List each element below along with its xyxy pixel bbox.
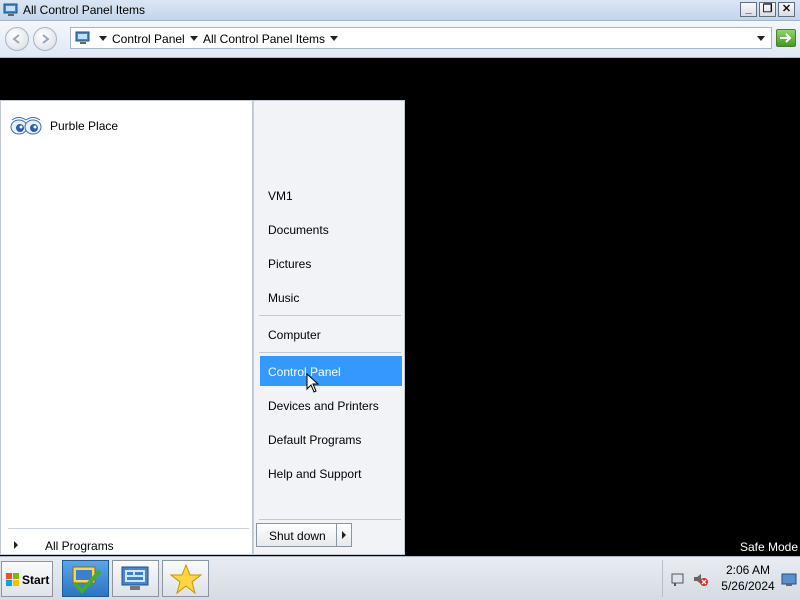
notification-area: 2:06 AM 5/26/2024 <box>662 560 800 597</box>
speaker-muted-icon[interactable] <box>692 571 708 587</box>
start-item-computer[interactable]: Computer <box>260 319 402 349</box>
forward-button[interactable] <box>33 27 57 51</box>
control-panel-icon <box>121 566 149 590</box>
address-bar[interactable]: Control Panel All Control Panel Items <box>70 27 772 49</box>
safe-mode-label: Safe Mode <box>739 540 798 554</box>
start-button[interactable]: Start <box>1 561 53 597</box>
start-menu-programs-pane: Purble Place All Programs <box>0 100 253 555</box>
start-item-vm1[interactable]: VM1 <box>260 180 402 210</box>
windows-tasks-checkmark-icon <box>72 566 102 594</box>
window-title-bar[interactable]: All Control Panel Items _ ❐ ✕ <box>0 0 800 21</box>
taskbar-pinned-control-panel[interactable] <box>112 560 159 597</box>
go-refresh-button[interactable] <box>776 29 796 47</box>
show-desktop-icon[interactable] <box>781 573 797 587</box>
address-toolbar: Control Panel All Control Panel Items <box>0 21 800 58</box>
taskbar-pinned-tasks[interactable] <box>62 560 109 597</box>
taskbar: Start 2:06 AM 5/26/2024 <box>0 556 800 600</box>
start-item-default-programs[interactable]: Default Programs <box>260 424 402 454</box>
program-item-purble-place[interactable]: Purble Place <box>9 115 118 137</box>
start-item-control-panel[interactable]: Control Panel <box>260 356 402 386</box>
start-menu-places-pane: VM1 Documents Pictures Music Computer Co… <box>253 100 405 555</box>
start-item-music[interactable]: Music <box>260 282 402 312</box>
all-programs-button[interactable]: All Programs <box>8 528 249 557</box>
start-menu: Purble Place All Programs VM1 Documents … <box>0 100 405 555</box>
system-clock[interactable]: 2:06 AM 5/26/2024 <box>713 562 783 594</box>
breadcrumb-control-panel[interactable]: Control Panel <box>112 32 185 46</box>
purble-place-eyes-icon <box>10 117 42 135</box>
program-label: Purble Place <box>50 119 119 133</box>
all-programs-label: All Programs <box>45 539 114 553</box>
menu-separator <box>259 315 401 316</box>
windows-logo-icon <box>6 573 19 586</box>
control-panel-icon <box>75 31 90 44</box>
restore-button[interactable]: ❐ <box>759 2 776 17</box>
star-favorites-icon <box>169 563 203 595</box>
start-item-label: Documents <box>268 223 329 237</box>
clock-date: 5/26/2024 <box>721 579 775 593</box>
start-item-help-and-support[interactable]: Help and Support <box>260 458 402 488</box>
shutdown-button[interactable]: Shut down <box>256 523 352 547</box>
forward-arrow-icon <box>42 34 50 44</box>
control-panel-icon <box>3 3 18 16</box>
shutdown-label: Shut down <box>269 529 326 543</box>
back-arrow-icon <box>12 34 20 44</box>
start-label: Start <box>22 573 50 587</box>
address-history-dropdown-icon[interactable] <box>757 36 765 41</box>
start-item-label: Pictures <box>268 257 312 271</box>
start-item-label: VM1 <box>268 189 293 203</box>
start-item-label: Devices and Printers <box>268 399 379 413</box>
shutdown-options-arrow-icon[interactable] <box>342 531 346 539</box>
start-item-label: Help and Support <box>268 467 362 481</box>
start-item-label: Default Programs <box>268 433 362 447</box>
start-item-label: Computer <box>268 328 321 342</box>
menu-separator <box>259 519 401 520</box>
chevron-down-icon[interactable] <box>330 36 338 41</box>
start-item-devices-and-printers[interactable]: Devices and Printers <box>260 390 402 420</box>
chevron-down-icon[interactable] <box>190 36 198 41</box>
clock-time: 2:06 AM <box>725 563 771 577</box>
mouse-cursor-icon <box>306 373 320 393</box>
start-item-label: Music <box>268 291 300 305</box>
start-item-documents[interactable]: Documents <box>260 214 402 244</box>
close-button[interactable]: ✕ <box>778 2 795 17</box>
start-item-label: Control Panel <box>268 365 341 379</box>
breadcrumb-all-items[interactable]: All Control Panel Items <box>203 32 325 46</box>
chevron-down-icon[interactable] <box>99 36 107 41</box>
back-button[interactable] <box>5 27 29 51</box>
chevron-right-icon <box>14 541 18 549</box>
taskbar-pinned-favorites[interactable] <box>162 560 209 597</box>
shutdown-divider <box>336 524 337 546</box>
go-arrow-icon <box>780 33 792 43</box>
minimize-button[interactable]: _ <box>740 2 757 17</box>
window-title: All Control Panel Items <box>23 3 146 17</box>
start-item-pictures[interactable]: Pictures <box>260 248 402 278</box>
menu-separator <box>259 352 401 353</box>
action-center-flag-icon[interactable] <box>670 571 686 587</box>
